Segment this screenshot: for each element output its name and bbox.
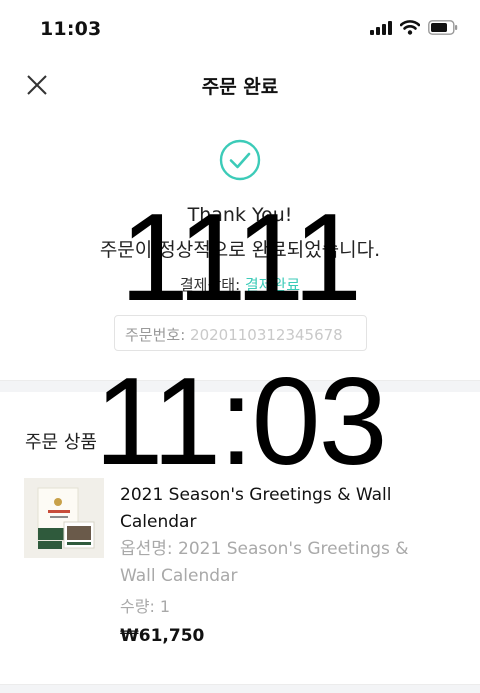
nav-bar: 주문 완료 bbox=[0, 58, 480, 112]
thanks-heading: Thank You! bbox=[187, 204, 293, 226]
payment-status-label: 결제상태: bbox=[179, 276, 245, 294]
order-complete-message: 주문이 정상적으로 완료되었습니다. bbox=[99, 239, 381, 261]
battery-icon bbox=[428, 20, 458, 35]
wifi-icon bbox=[400, 20, 420, 35]
order-number-value: 2020110312345678 bbox=[190, 326, 343, 344]
check-circle-icon bbox=[219, 139, 261, 181]
overlay-text-2: 11:03 bbox=[94, 353, 387, 491]
page-title: 주문 완료 bbox=[201, 76, 279, 98]
product-image bbox=[24, 478, 104, 558]
order-complete-screen: 11:03 주문 완료 Thank You! 주문이 정상적으로 완료되었습니다… bbox=[0, 0, 480, 693]
status-time: 11:03 bbox=[40, 18, 102, 40]
cellular-signal-icon bbox=[370, 20, 392, 35]
section-divider bbox=[0, 380, 480, 392]
product-name[interactable]: 2021 Season's Greetings & Wall Calendar bbox=[120, 482, 440, 536]
payment-status: 결제상태: 결제완료 bbox=[0, 274, 480, 295]
product-price: ₩61,750 bbox=[120, 626, 205, 646]
product-thumbnail[interactable] bbox=[24, 478, 104, 558]
status-bar: 11:03 bbox=[0, 0, 480, 58]
order-number-label: 주문번호: bbox=[125, 326, 191, 344]
payment-status-value: 결제완료 bbox=[244, 276, 301, 294]
order-number-box: 주문번호: 2020110312345678 bbox=[114, 315, 367, 351]
product-option: 옵션명: 2021 Season's Greetings & Wall Cale… bbox=[120, 539, 409, 586]
ordered-products-title: 주문 상품 bbox=[25, 432, 97, 453]
product-quantity: 수량: 1 bbox=[120, 597, 171, 616]
bottom-divider bbox=[0, 684, 480, 693]
status-icons bbox=[370, 20, 458, 35]
